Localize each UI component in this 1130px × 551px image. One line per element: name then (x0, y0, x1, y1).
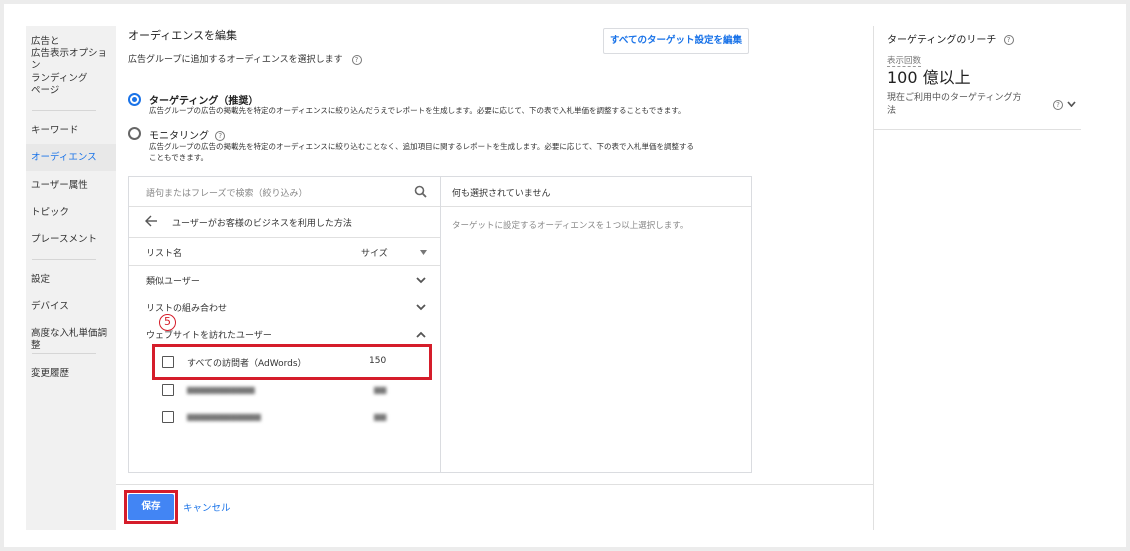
help-icon[interactable]: ? (215, 131, 226, 141)
chevron-down-icon[interactable] (416, 304, 426, 311)
row-divider (129, 237, 440, 238)
category-back-label[interactable]: ユーザーがお客様のビジネスを利用した方法 (172, 216, 352, 229)
row-divider (129, 265, 440, 266)
sidebar-item-ads[interactable]: 広告と 広告表示オプション (31, 36, 116, 72)
reach-title: ターゲティングのリーチ ? (887, 31, 1014, 46)
reach-title-text: ターゲティングのリーチ (887, 35, 997, 46)
page-subtitle: 広告グループに追加するオーディエンスを選択します ? (128, 52, 362, 65)
step-number-badge: 5 (159, 314, 176, 331)
highlight-box (152, 344, 432, 380)
edit-all-targeting-button[interactable]: すべてのターゲット設定を編集 (603, 28, 749, 54)
sidebar-item-settings[interactable]: 設定 (31, 274, 50, 286)
blurred-list-size: ▆▆ (374, 412, 387, 421)
sidebar-item-landing-pages[interactable]: ランディング ページ (31, 73, 87, 97)
back-arrow-icon[interactable] (145, 215, 158, 227)
note-line: 現在ご利用中のターゲティング方 (887, 93, 1022, 103)
blurred-list-item: ▆▆▆▆▆▆▆▆▆▆▆▆ (187, 412, 261, 421)
sidebar-divider (32, 110, 96, 111)
help-icon[interactable]: ? (1003, 35, 1014, 45)
cancel-button[interactable]: キャンセル (183, 500, 231, 514)
monitoring-label: モニタリング ? (149, 127, 226, 142)
targeting-description: 広告グループの広告の掲載先を特定のオーディエンスに絞り込んだうえでレポートを生成… (149, 106, 686, 115)
sidebar: 広告と 広告表示オプション ランディング ページ キーワード オーディエンス ユ… (26, 26, 116, 530)
help-icon[interactable]: ? (351, 54, 362, 65)
sidebar-item-label: 広告と (31, 36, 60, 47)
search-input[interactable]: 語句またはフレーズで検索（絞り込み） (146, 186, 308, 199)
column-header-list-name: リスト名 (146, 249, 183, 259)
impressions-value: 100 億以上 (887, 68, 971, 87)
sort-down-icon[interactable] (420, 250, 427, 255)
chevron-up-icon[interactable] (416, 331, 426, 338)
sidebar-item-topics[interactable]: トピック (31, 207, 69, 219)
targeting-method-note: 現在ご利用中のターゲティング方 法 (887, 92, 1047, 118)
monitoring-description: 広告グループの広告の掲載先を特定のオーディエンスに絞り込むことなく、追加項目に関… (149, 141, 694, 163)
chevron-down-icon[interactable] (416, 277, 426, 284)
monitoring-radio[interactable] (128, 127, 141, 140)
column-header-size[interactable]: サイズ (361, 246, 388, 259)
checkbox-list-item[interactable] (162, 384, 174, 396)
sidebar-item-demographics[interactable]: ユーザー属性 (31, 180, 88, 192)
selection-hint: ターゲットに設定するオーディエンスを１つ以上選択します。 (452, 221, 689, 231)
sidebar-item-change-history[interactable]: 変更履歴 (31, 368, 69, 380)
sidebar-item-placements[interactable]: プレースメント (31, 234, 97, 246)
sidebar-item-label: 広告表示オプション (31, 48, 108, 71)
row-divider (441, 206, 751, 207)
subtitle-text: 広告グループに追加するオーディエンスを選択します (128, 55, 343, 65)
panel-divider (440, 177, 441, 472)
reach-divider (874, 129, 1081, 130)
page-title: オーディエンスを編集 (128, 29, 238, 42)
column-divider (873, 26, 874, 530)
footer-divider (116, 484, 873, 485)
checkbox-list-item[interactable] (162, 411, 174, 423)
sidebar-item-keywords[interactable]: キーワード (31, 125, 79, 137)
sidebar-item-audiences[interactable]: オーディエンス (26, 144, 116, 171)
blurred-list-item: ▆▆▆▆▆▆▆▆▆▆▆ (187, 385, 255, 394)
chevron-down-icon[interactable] (1067, 101, 1076, 107)
targeting-radio[interactable] (128, 93, 141, 106)
sidebar-item-label: ランディング (31, 73, 88, 84)
group-combined-lists[interactable]: リストの組み合わせ (146, 301, 227, 314)
note-line: 法 (887, 106, 897, 116)
search-icon[interactable] (414, 185, 427, 198)
monitoring-desc-line: こともできます。 (149, 153, 208, 162)
monitoring-desc-line: 広告グループの広告の掲載先を特定のオーディエンスに絞り込むことなく、追加項目に関… (149, 142, 695, 151)
sidebar-divider (32, 353, 96, 354)
sidebar-item-devices[interactable]: デバイス (31, 301, 69, 313)
blurred-list-size: ▆▆ (374, 385, 387, 394)
group-similar-users[interactable]: 類似ユーザー (146, 274, 200, 287)
row-divider (129, 206, 440, 207)
sidebar-item-label: ページ (31, 85, 60, 96)
help-icon[interactable]: ? (1053, 100, 1063, 110)
highlight-box (124, 490, 178, 524)
sidebar-item-bid-adjustments[interactable]: 高度な入札単価調整 (31, 328, 116, 352)
sidebar-divider (32, 259, 96, 260)
selection-status: 何も選択されていません (452, 189, 551, 199)
audience-panel: 語句またはフレーズで検索（絞り込み） ユーザーがお客様のビジネスを利用した方法 … (128, 176, 752, 473)
